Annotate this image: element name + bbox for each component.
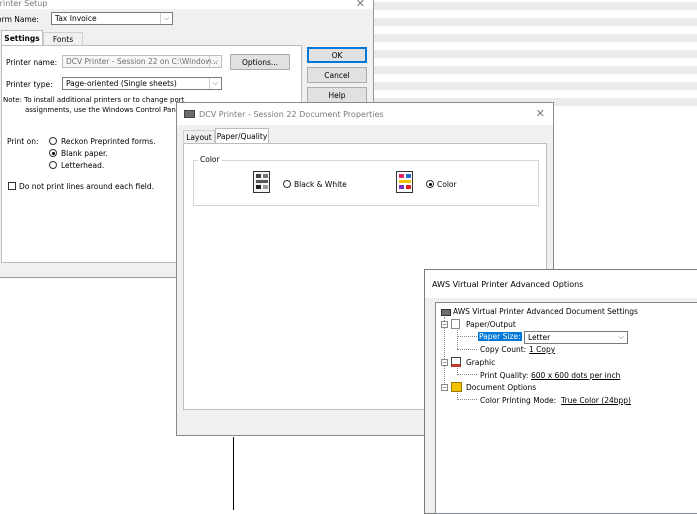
- radio-preprinted[interactable]: [49, 137, 57, 145]
- paper-output-icon: [451, 319, 460, 329]
- chevron-down-icon: ⌵: [209, 56, 221, 67]
- black-white-icon: [253, 171, 270, 193]
- print-quality-label: Print Quality:: [480, 371, 529, 380]
- background-vertical-line: [233, 437, 234, 510]
- document-options-icon: [451, 382, 462, 392]
- radio-color[interactable]: [426, 180, 434, 188]
- aws-advanced-dialog: AWS Virtual Printer Advanced Options AWS…: [424, 269, 697, 514]
- chevron-down-icon: ⌵: [209, 78, 221, 89]
- tab-layout-label: Layout: [186, 132, 212, 142]
- tab-settings[interactable]: Settings: [1, 30, 43, 45]
- printer-name-label: Printer name:: [6, 58, 58, 67]
- collapse-icon[interactable]: −: [441, 359, 448, 366]
- paper-size-select[interactable]: Letter ⌵: [524, 331, 628, 344]
- radio-letterhead[interactable]: [49, 161, 57, 169]
- tree-root-label: AWS Virtual Printer Advanced Document Se…: [453, 307, 638, 316]
- help-button[interactable]: Help: [307, 87, 367, 103]
- background-stripes: [372, 0, 697, 110]
- close-icon[interactable]: ✕: [356, 0, 365, 10]
- color-printing-mode-label: Color Printing Mode:: [480, 396, 557, 405]
- close-icon[interactable]: ✕: [536, 107, 545, 120]
- do-not-print-lines-label: Do not print lines around each field.: [19, 182, 155, 191]
- dcv-properties-titlebar: DCV Printer - Session 22 Document Proper…: [177, 103, 553, 125]
- tab-fonts-label: Fonts: [52, 34, 74, 44]
- color-icon: [396, 171, 413, 193]
- tab-fonts[interactable]: Fonts: [43, 32, 83, 45]
- print-quality-value[interactable]: 600 x 600 dots per inch: [531, 371, 620, 380]
- printer-icon: [184, 110, 195, 118]
- tree-connector: [457, 374, 477, 375]
- graphic-icon: [451, 357, 461, 367]
- aws-advanced-title: AWS Virtual Printer Advanced Options: [432, 280, 584, 289]
- note-line-2: assignments, use the Windows Control Pan…: [25, 106, 185, 114]
- dcv-properties-title: DCV Printer - Session 22 Document Proper…: [199, 110, 384, 119]
- radio-preprinted-label: Reckon Preprinted forms.: [61, 137, 156, 146]
- tab-layout[interactable]: Layout: [183, 130, 215, 143]
- paper-size-value: Letter: [528, 333, 551, 342]
- color-group-label: Color: [198, 155, 222, 164]
- print-on-label: Print on:: [7, 137, 39, 146]
- printer-type-value: Page-oriented (Single sheets): [66, 79, 177, 88]
- form-name-select[interactable]: Tax Invoice ⌵: [51, 12, 173, 25]
- chevron-down-icon: ⌵: [160, 13, 172, 24]
- printer-type-select[interactable]: Page-oriented (Single sheets) ⌵: [62, 77, 222, 90]
- copy-count-label: Copy Count:: [480, 345, 527, 354]
- ok-button[interactable]: OK: [307, 47, 367, 63]
- tree-connector: [457, 336, 477, 337]
- radio-letterhead-label: Letterhead.: [61, 161, 105, 170]
- radio-color-label: Color: [437, 180, 457, 189]
- collapse-icon[interactable]: −: [441, 384, 448, 391]
- paper-output-label: Paper/Output: [466, 320, 516, 329]
- note-line-1: Note: To install additional printers or …: [3, 96, 185, 104]
- form-name-value: Tax Invoice: [55, 14, 97, 23]
- printer-type-label: Printer type:: [6, 80, 53, 89]
- printer-name-select[interactable]: DCV Printer - Session 22 on C:\Window...…: [62, 55, 222, 68]
- paper-size-label: Paper Size:: [478, 332, 522, 341]
- ok-button-label: OK: [331, 50, 343, 60]
- copy-count-value[interactable]: 1 Copy: [529, 345, 555, 354]
- collapse-icon[interactable]: −: [441, 321, 448, 328]
- options-button[interactable]: Options...: [230, 54, 290, 70]
- tree-connector: [457, 349, 477, 350]
- printer-setup-titlebar: Printer Setup ✕: [0, 0, 373, 10]
- color-printing-mode-value[interactable]: True Color (24bpp): [561, 396, 631, 405]
- radio-blank-paper[interactable]: [49, 149, 57, 157]
- form-name-label: Form Name:: [0, 15, 39, 24]
- tree-connector: [457, 399, 477, 400]
- tab-paper-quality[interactable]: Paper/Quality: [215, 128, 269, 143]
- cancel-button[interactable]: Cancel: [307, 67, 367, 83]
- document-options-label: Document Options: [466, 383, 537, 392]
- radio-black-white[interactable]: [283, 180, 291, 188]
- printer-icon: [441, 309, 451, 316]
- advanced-settings-tree[interactable]: AWS Virtual Printer Advanced Document Se…: [435, 302, 697, 514]
- chevron-down-icon: ⌵: [618, 333, 624, 341]
- tree-connector: [457, 330, 458, 349]
- radio-blank-paper-label: Blank paper.: [61, 149, 108, 158]
- color-group: Color Black & White Color: [193, 155, 539, 206]
- printer-setup-title: Printer Setup: [0, 0, 48, 8]
- graphic-label: Graphic: [466, 358, 496, 367]
- tab-settings-label: Settings: [4, 33, 40, 43]
- do-not-print-lines-checkbox[interactable]: [8, 182, 16, 190]
- aws-advanced-titlebar: AWS Virtual Printer Advanced Options: [425, 270, 697, 298]
- tab-paper-quality-label: Paper/Quality: [216, 131, 268, 141]
- cancel-button-label: Cancel: [324, 70, 350, 80]
- radio-black-white-label: Black & White: [294, 180, 347, 189]
- options-button-label: Options...: [241, 57, 279, 67]
- help-button-label: Help: [328, 90, 346, 100]
- printer-name-value: DCV Printer - Session 22 on C:\Window...: [66, 57, 218, 66]
